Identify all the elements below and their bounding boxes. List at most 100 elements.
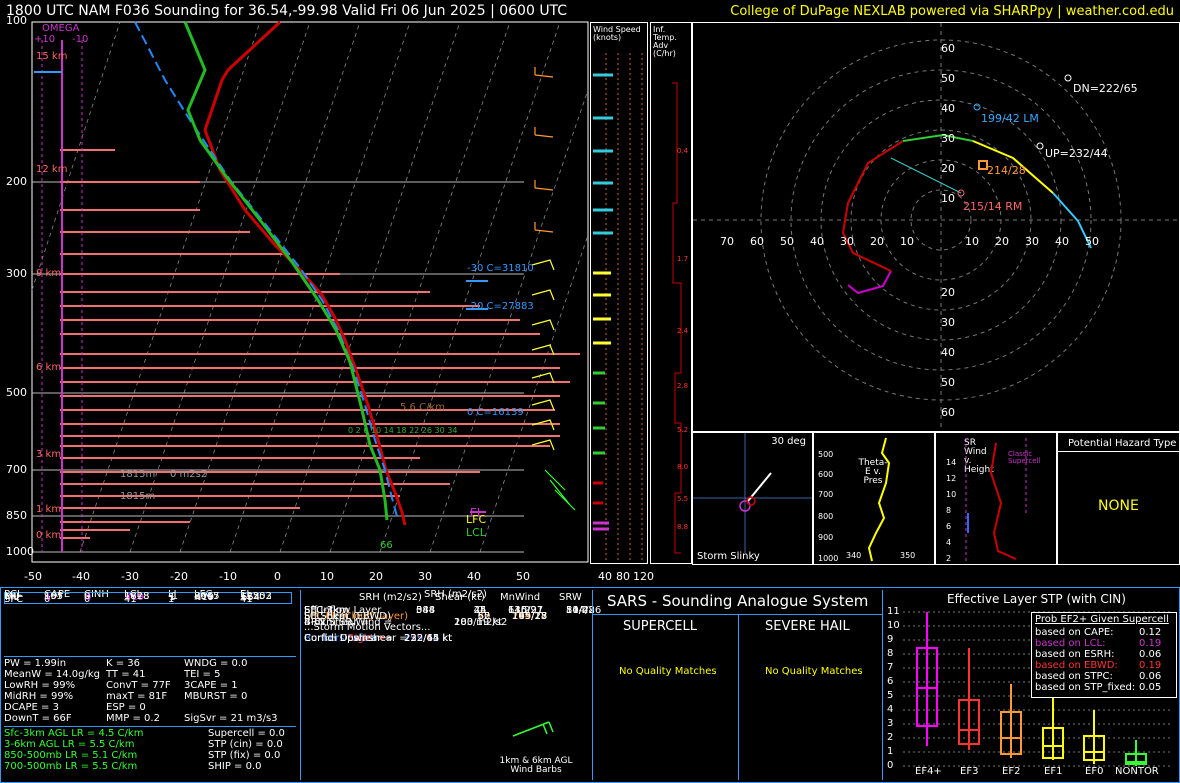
sars-hail-match: No Quality Matches <box>765 666 863 677</box>
ring-label: 40 <box>941 346 955 359</box>
slinky-plot <box>693 433 812 553</box>
adv-value: 5.5 <box>677 495 689 503</box>
kin-header-cell: SRW <box>559 592 582 603</box>
motion-cell: Corfidi Upshear = <box>304 633 393 644</box>
pressure-label: 200 <box>6 175 27 188</box>
indices-grid: PW = 1.99in K = 36 WNDG = 0.0 MeanW = 14.0… <box>4 659 294 724</box>
stp-category: EF1 <box>1044 766 1063 777</box>
height-label: 12 km <box>36 164 68 175</box>
prob-value: 0.06 <box>1139 649 1162 660</box>
height-label: 6 km <box>36 362 62 373</box>
prob-value: 0.06 <box>1139 671 1162 682</box>
index-value: PW = 1.99in <box>4 658 67 669</box>
isotherm-label: 0 C=16139 <box>467 407 524 418</box>
kinematics-table: SRH (m2/s2) SRH (m2/s2) Shear (kt) MnWin… <box>300 590 601 780</box>
surface-theta: 66 <box>380 540 393 551</box>
index-value: TT = 41 <box>106 669 146 680</box>
prob-label: based on CAPE: <box>1035 627 1114 638</box>
dcape-label: 0 m2s2 <box>170 469 208 480</box>
x-label: 20 <box>870 235 884 248</box>
prob-label: based on EBWD: <box>1035 660 1118 671</box>
index-value <box>184 703 294 713</box>
ring-label: 60 <box>941 42 955 55</box>
x-label: 70 <box>720 235 734 248</box>
x-label: 30 <box>840 235 854 248</box>
hodograph-panel: 60 50 40 30 20 10 20 30 40 50 60 70 60 5… <box>692 22 1180 432</box>
temp-label: 30 <box>418 570 432 583</box>
omega-title: OMEGA <box>42 23 80 34</box>
temp-label: -10 <box>219 570 237 583</box>
parcel-cell: 165 <box>44 591 64 602</box>
mean-wind-label: 214/28 <box>987 164 1026 177</box>
index-value: ConvT = 77F <box>106 680 171 691</box>
stp-prob-grid: based on CAPE: 0.12 based on LCL: 0.19 bas… <box>1035 628 1173 693</box>
temp-label: 20 <box>369 570 383 583</box>
corfidi-down-label: DN=222/65 <box>1073 82 1138 95</box>
stp-category: EF4+ <box>915 766 942 777</box>
motion-row: Corfidi Upshear = 232/44 kt <box>304 634 474 644</box>
index-value: 3CAPE = 1 <box>184 680 238 691</box>
prob-label: based on STPC: <box>1035 671 1113 682</box>
pressure-label: 850 <box>6 509 27 522</box>
kin-rows: SFC-1km 344 24 63/29 54/42 SFC-3km 588 45 110/2… <box>304 606 601 644</box>
sars-panel: SARS - Sounding Analogue System SUPERCEL… <box>592 590 883 780</box>
prob-value: 0.12 <box>1139 627 1162 638</box>
stp-category: NONTOR <box>1115 766 1159 777</box>
ring-label: 60 <box>941 406 955 419</box>
x-label: 40 <box>1055 235 1069 248</box>
index-value: TEI = 5 <box>184 669 221 680</box>
adv-value: 5.2 <box>677 426 689 434</box>
stp-prob-box: Prob EF2+ Given Supercell based on CAPE:… <box>1031 612 1177 698</box>
right-mover-label: 215/14 RM <box>963 200 1023 213</box>
thermo-indices: PW = 1.99in K = 36 WNDG = 0.0 MeanW = 14.0… <box>4 656 296 724</box>
temp-advection-bars <box>672 82 682 554</box>
temp-label: 50 <box>516 570 530 583</box>
lapse-grid: Sfc-3km AGL LR = 4.5 C/km Supercell = 0.0… <box>4 729 296 772</box>
omega-right-label: -10 <box>72 34 89 45</box>
pressure-label: 700 <box>6 463 27 476</box>
prob-label: based on ESRH: <box>1035 649 1115 660</box>
kin-header-cell: MnWind <box>500 592 541 603</box>
ring-label: 20 <box>941 162 955 175</box>
index-value: maxT = 81F <box>106 691 168 702</box>
temp-label: -30 <box>121 570 139 583</box>
storm-slinky-panel: 30 deg Storm Slinky <box>692 432 813 565</box>
corfidi-up-label: UP=232/44 <box>1045 147 1108 160</box>
prob-value: 0.19 <box>1139 660 1162 671</box>
stp-panel: Effective Layer STP (with CIN) 11 10 9 8… <box>882 590 1179 780</box>
ring-label: 40 <box>941 102 955 115</box>
adv-value: 2.4 <box>677 327 689 335</box>
skewt-diagram <box>31 20 589 563</box>
temp-label: -20 <box>170 570 188 583</box>
omega-left-label: +10 <box>34 34 56 45</box>
parcel-row: MU 165 0 1828 -1 8967 12202 <box>4 592 290 602</box>
temp-label: -50 <box>24 570 42 583</box>
prob-label: based on LCL: <box>1035 638 1106 649</box>
kin-header-cell: SRH (m2/s2) <box>359 592 422 603</box>
wind-speed-panel: Wind Speed (knots) <box>590 22 648 564</box>
hazard-value: NONE <box>1098 498 1139 514</box>
sars-title: SARS - Sounding Analogue System <box>607 592 869 610</box>
adv-value: 2.8 <box>677 382 689 390</box>
hazard-title: Potential Hazard Type <box>1068 438 1177 449</box>
x-label: 50 <box>1085 235 1099 248</box>
stp-category: EF3 <box>960 766 979 777</box>
pressure-label: 300 <box>6 267 27 280</box>
lapse-rates: Sfc-3km AGL LR = 4.5 C/km Supercell = 0.0… <box>4 726 296 772</box>
slinky-title: Storm Slinky <box>697 551 760 562</box>
parcel-cell: 8967 <box>194 591 220 602</box>
sars-hail-title: SEVERE HAIL <box>765 619 850 634</box>
parcel-cell: MU <box>4 591 20 602</box>
parcel-cell: -1 <box>168 591 178 602</box>
x-label: 40 <box>810 235 824 248</box>
lfc-label: LFC <box>466 513 487 526</box>
index-value: DownT = 66F <box>4 713 72 724</box>
pressure-label: 500 <box>6 386 27 399</box>
temp-label: 0 <box>274 570 281 583</box>
kin-cell: 200/19 kt <box>454 617 503 628</box>
stp-prob-title: Prob EF2+ Given Supercell <box>1035 614 1169 625</box>
index-value: ESP = 0 <box>106 702 146 713</box>
pw-scale: 0 2 6 10 14 18 22 26 30 34 <box>348 426 458 435</box>
height-label: 0 km <box>36 530 62 541</box>
stp-category: EF2 <box>1002 766 1021 777</box>
